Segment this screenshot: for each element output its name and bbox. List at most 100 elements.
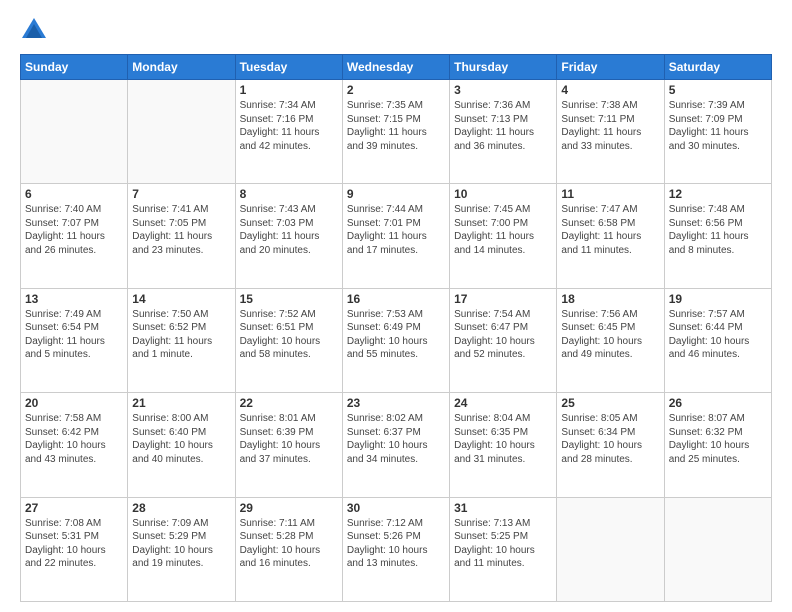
calendar-day-cell: 4 Sunrise: 7:38 AMSunset: 7:11 PMDaylight… [557, 80, 664, 184]
day-detail: Sunrise: 7:53 AMSunset: 6:49 PMDaylight:… [347, 308, 445, 362]
calendar-day-cell: 29 Sunrise: 7:11 AMSunset: 5:28 PMDayligh… [235, 497, 342, 601]
day-detail: Sunrise: 8:00 AMSunset: 6:40 PMDaylight:… [132, 412, 230, 466]
calendar-day-cell: 18 Sunrise: 7:56 AMSunset: 6:45 PMDayligh… [557, 288, 664, 392]
day-detail: Sunrise: 7:47 AMSunset: 6:58 PMDaylight:… [561, 203, 659, 257]
day-detail: Sunrise: 8:04 AMSunset: 6:35 PMDaylight:… [454, 412, 552, 466]
day-number: 11 [561, 187, 659, 201]
weekday-header: Thursday [450, 55, 557, 80]
day-detail: Sunrise: 7:44 AMSunset: 7:01 PMDaylight:… [347, 203, 445, 257]
calendar-day-cell: 31 Sunrise: 7:13 AMSunset: 5:25 PMDayligh… [450, 497, 557, 601]
day-number: 21 [132, 396, 230, 410]
calendar-day-cell: 5 Sunrise: 7:39 AMSunset: 7:09 PMDaylight… [664, 80, 771, 184]
day-number: 4 [561, 83, 659, 97]
day-detail: Sunrise: 8:07 AMSunset: 6:32 PMDaylight:… [669, 412, 767, 466]
day-number: 16 [347, 292, 445, 306]
calendar-day-cell: 17 Sunrise: 7:54 AMSunset: 6:47 PMDayligh… [450, 288, 557, 392]
day-number: 3 [454, 83, 552, 97]
day-detail: Sunrise: 7:40 AMSunset: 7:07 PMDaylight:… [25, 203, 123, 257]
calendar-day-cell [128, 80, 235, 184]
day-detail: Sunrise: 7:12 AMSunset: 5:26 PMDaylight:… [347, 517, 445, 571]
calendar-week-row: 13Sunrise: 7:49 AMSunset: 6:54 PMDayligh… [21, 288, 772, 392]
calendar-day-cell: 28 Sunrise: 7:09 AMSunset: 5:29 PMDayligh… [128, 497, 235, 601]
calendar-day-cell: 7Sunrise: 7:41 AMSunset: 7:05 PMDaylight… [128, 184, 235, 288]
weekday-header: Saturday [664, 55, 771, 80]
day-detail: Sunrise: 7:13 AMSunset: 5:25 PMDaylight:… [454, 517, 552, 571]
calendar-day-cell: 20 Sunrise: 7:58 AMSunset: 6:42 PMDayligh… [21, 393, 128, 497]
calendar-day-cell: 10 Sunrise: 7:45 AMSunset: 7:00 PMDayligh… [450, 184, 557, 288]
calendar-day-cell: 16 Sunrise: 7:53 AMSunset: 6:49 PMDayligh… [342, 288, 449, 392]
day-number: 30 [347, 501, 445, 515]
day-detail: Sunrise: 7:56 AMSunset: 6:45 PMDaylight:… [561, 308, 659, 362]
calendar-day-cell: 1Sunrise: 7:34 AMSunset: 7:16 PMDaylight… [235, 80, 342, 184]
day-number: 23 [347, 396, 445, 410]
day-number: 18 [561, 292, 659, 306]
day-number: 28 [132, 501, 230, 515]
day-detail: Sunrise: 7:52 AMSunset: 6:51 PMDaylight:… [240, 308, 338, 362]
calendar-day-cell: 19 Sunrise: 7:57 AMSunset: 6:44 PMDayligh… [664, 288, 771, 392]
day-detail: Sunrise: 7:08 AMSunset: 5:31 PMDaylight:… [25, 517, 123, 571]
calendar-day-cell [664, 497, 771, 601]
day-detail: Sunrise: 7:50 AMSunset: 6:52 PMDaylight:… [132, 308, 230, 362]
day-number: 25 [561, 396, 659, 410]
calendar-day-cell: 6Sunrise: 7:40 AMSunset: 7:07 PMDaylight… [21, 184, 128, 288]
day-number: 17 [454, 292, 552, 306]
day-detail: Sunrise: 8:05 AMSunset: 6:34 PMDaylight:… [561, 412, 659, 466]
day-detail: Sunrise: 7:57 AMSunset: 6:44 PMDaylight:… [669, 308, 767, 362]
day-detail: Sunrise: 7:36 AMSunset: 7:13 PMDaylight:… [454, 99, 552, 153]
day-number: 10 [454, 187, 552, 201]
day-detail: Sunrise: 7:11 AMSunset: 5:28 PMDaylight:… [240, 517, 338, 571]
calendar-day-cell: 14 Sunrise: 7:50 AMSunset: 6:52 PMDayligh… [128, 288, 235, 392]
day-number: 5 [669, 83, 767, 97]
weekday-header: Sunday [21, 55, 128, 80]
day-number: 8 [240, 187, 338, 201]
day-detail: Sunrise: 7:38 AMSunset: 7:11 PMDaylight:… [561, 99, 659, 153]
calendar-day-cell: 26Sunrise: 8:07 AMSunset: 6:32 PMDayligh… [664, 393, 771, 497]
day-detail: Sunrise: 7:54 AMSunset: 6:47 PMDaylight:… [454, 308, 552, 362]
calendar-week-row: 6Sunrise: 7:40 AMSunset: 7:07 PMDaylight… [21, 184, 772, 288]
day-number: 29 [240, 501, 338, 515]
day-detail: Sunrise: 7:45 AMSunset: 7:00 PMDaylight:… [454, 203, 552, 257]
calendar-day-cell: 3 Sunrise: 7:36 AMSunset: 7:13 PMDaylight… [450, 80, 557, 184]
day-detail: Sunrise: 7:58 AMSunset: 6:42 PMDaylight:… [25, 412, 123, 466]
weekday-header: Wednesday [342, 55, 449, 80]
calendar-day-cell: 9Sunrise: 7:44 AMSunset: 7:01 PMDaylight… [342, 184, 449, 288]
day-detail: Sunrise: 7:35 AMSunset: 7:15 PMDaylight:… [347, 99, 445, 153]
calendar-day-cell: 23Sunrise: 8:02 AMSunset: 6:37 PMDayligh… [342, 393, 449, 497]
day-number: 2 [347, 83, 445, 97]
calendar-day-cell [21, 80, 128, 184]
day-detail: Sunrise: 7:34 AMSunset: 7:16 PMDaylight:… [240, 99, 338, 153]
calendar-day-cell: 2 Sunrise: 7:35 AMSunset: 7:15 PMDaylight… [342, 80, 449, 184]
calendar-week-row: 1Sunrise: 7:34 AMSunset: 7:16 PMDaylight… [21, 80, 772, 184]
weekday-header: Tuesday [235, 55, 342, 80]
day-detail: Sunrise: 7:43 AMSunset: 7:03 PMDaylight:… [240, 203, 338, 257]
calendar-day-cell: 21 Sunrise: 8:00 AMSunset: 6:40 PMDayligh… [128, 393, 235, 497]
calendar-day-cell [557, 497, 664, 601]
day-number: 27 [25, 501, 123, 515]
calendar-header-row: SundayMondayTuesdayWednesdayThursdayFrid… [21, 55, 772, 80]
day-detail: Sunrise: 7:48 AMSunset: 6:56 PMDaylight:… [669, 203, 767, 257]
day-number: 14 [132, 292, 230, 306]
day-detail: Sunrise: 7:09 AMSunset: 5:29 PMDaylight:… [132, 517, 230, 571]
day-number: 24 [454, 396, 552, 410]
calendar-body: 1Sunrise: 7:34 AMSunset: 7:16 PMDaylight… [21, 80, 772, 602]
day-number: 15 [240, 292, 338, 306]
day-number: 19 [669, 292, 767, 306]
calendar-day-cell: 12 Sunrise: 7:48 AMSunset: 6:56 PMDayligh… [664, 184, 771, 288]
day-detail: Sunrise: 8:01 AMSunset: 6:39 PMDaylight:… [240, 412, 338, 466]
day-number: 12 [669, 187, 767, 201]
calendar-day-cell: 8 Sunrise: 7:43 AMSunset: 7:03 PMDaylight… [235, 184, 342, 288]
weekday-header: Friday [557, 55, 664, 80]
day-detail: Sunrise: 7:41 AMSunset: 7:05 PMDaylight:… [132, 203, 230, 257]
day-number: 31 [454, 501, 552, 515]
calendar: SundayMondayTuesdayWednesdayThursdayFrid… [20, 54, 772, 602]
day-number: 20 [25, 396, 123, 410]
calendar-week-row: 27 Sunrise: 7:08 AMSunset: 5:31 PMDayligh… [21, 497, 772, 601]
calendar-day-cell: 25 Sunrise: 8:05 AMSunset: 6:34 PMDayligh… [557, 393, 664, 497]
weekday-header: Monday [128, 55, 235, 80]
day-detail: Sunrise: 7:39 AMSunset: 7:09 PMDaylight:… [669, 99, 767, 153]
day-detail: Sunrise: 7:49 AMSunset: 6:54 PMDaylight:… [25, 308, 123, 362]
calendar-day-cell: 15 Sunrise: 7:52 AMSunset: 6:51 PMDayligh… [235, 288, 342, 392]
calendar-day-cell: 13Sunrise: 7:49 AMSunset: 6:54 PMDayligh… [21, 288, 128, 392]
page-header [20, 16, 772, 44]
logo [20, 16, 52, 44]
